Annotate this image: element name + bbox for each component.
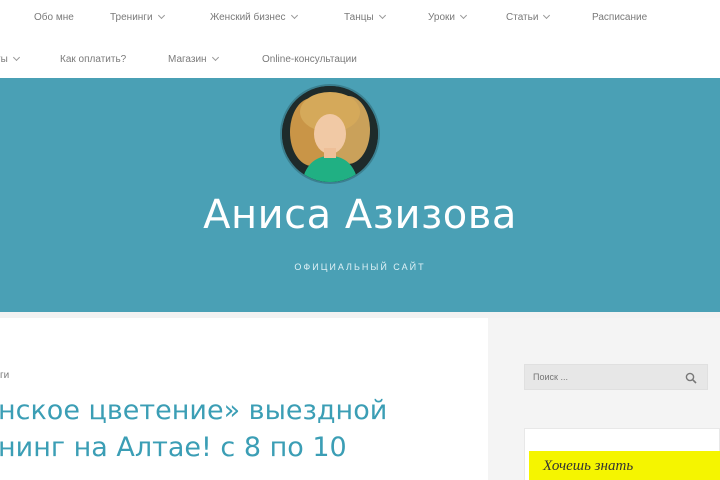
nav-item-articles[interactable]: Статьи bbox=[506, 11, 551, 23]
site-header-banner: Аниса Азизова ОФИЦИАЛЬНЫЙ САЙТ bbox=[0, 78, 720, 312]
nav-item-how-to-pay[interactable]: Как оплатить? bbox=[60, 54, 126, 65]
search-input[interactable] bbox=[533, 372, 673, 382]
chevron-down-icon bbox=[378, 11, 386, 20]
nav-item-women-business[interactable]: Женский бизнес bbox=[210, 11, 298, 23]
site-title[interactable]: Аниса Азизова bbox=[0, 192, 720, 238]
nav-row-1: Обо мне Тренинги Женский бизнес Танцы Ур… bbox=[0, 0, 720, 34]
nav-item-label: Уроки bbox=[428, 11, 455, 23]
post-title-line: нское цветение» выездной bbox=[0, 395, 388, 426]
nav-item-lessons[interactable]: Уроки bbox=[428, 11, 468, 23]
nav-item-label: ты bbox=[0, 53, 8, 65]
chevron-down-icon bbox=[543, 11, 551, 20]
subscribe-banner[interactable]: Хочешь знать bbox=[529, 451, 720, 480]
subscribe-banner-text: Хочешь знать bbox=[543, 458, 634, 474]
post-title-line: нинг на Алтае! с 8 по 10 bbox=[0, 432, 347, 463]
nav-item-shop[interactable]: Магазин bbox=[168, 53, 219, 65]
nav-item-label: Обо мне bbox=[34, 11, 74, 23]
post-title[interactable]: нское цветение» выездной нинг на Алтае! … bbox=[0, 392, 478, 466]
avatar-portrait-image bbox=[282, 86, 378, 182]
sidebar: Хочешь знать bbox=[488, 318, 720, 480]
post-category-link[interactable]: ги bbox=[0, 370, 9, 381]
chevron-down-icon bbox=[290, 11, 298, 20]
site-tagline: ОФИЦИАЛЬНЫЙ САЙТ bbox=[294, 262, 426, 272]
nav-item-label: Магазин bbox=[168, 53, 207, 65]
nav-item-partial[interactable]: ты bbox=[0, 53, 20, 65]
nav-item-label: Тренинги bbox=[110, 11, 153, 23]
nav-item-label: Танцы bbox=[344, 11, 374, 23]
nav-item-label: Online-консультации bbox=[262, 53, 357, 65]
nav-item-label: Женский бизнес bbox=[210, 11, 286, 23]
main-content: ги нское цветение» выездной нинг на Алта… bbox=[0, 318, 488, 480]
nav-item-label: Расписание bbox=[592, 11, 648, 23]
subscribe-widget: Хочешь знать bbox=[524, 428, 720, 480]
nav-item-dances[interactable]: Танцы bbox=[344, 11, 386, 23]
search-icon[interactable] bbox=[685, 372, 697, 384]
chevron-down-icon bbox=[459, 11, 468, 20]
nav-item-schedule[interactable]: Расписание bbox=[592, 12, 647, 23]
main-navigation: Обо мне Тренинги Женский бизнес Танцы Ур… bbox=[0, 0, 720, 78]
nav-item-label: Как оплатить? bbox=[60, 53, 127, 65]
nav-item-online-consultations[interactable]: Online-консультации bbox=[262, 54, 357, 65]
avatar[interactable] bbox=[282, 86, 378, 182]
nav-item-label: Статьи bbox=[506, 11, 539, 23]
nav-item-about[interactable]: Обо мне bbox=[34, 12, 74, 23]
nav-row-2: ты Как оплатить? Магазин Online-консульт… bbox=[0, 42, 720, 76]
nav-item-trainings[interactable]: Тренинги bbox=[110, 11, 165, 23]
chevron-down-icon bbox=[211, 53, 219, 62]
chevron-down-icon bbox=[157, 11, 165, 20]
search-form bbox=[524, 364, 708, 390]
chevron-down-icon bbox=[12, 53, 20, 62]
